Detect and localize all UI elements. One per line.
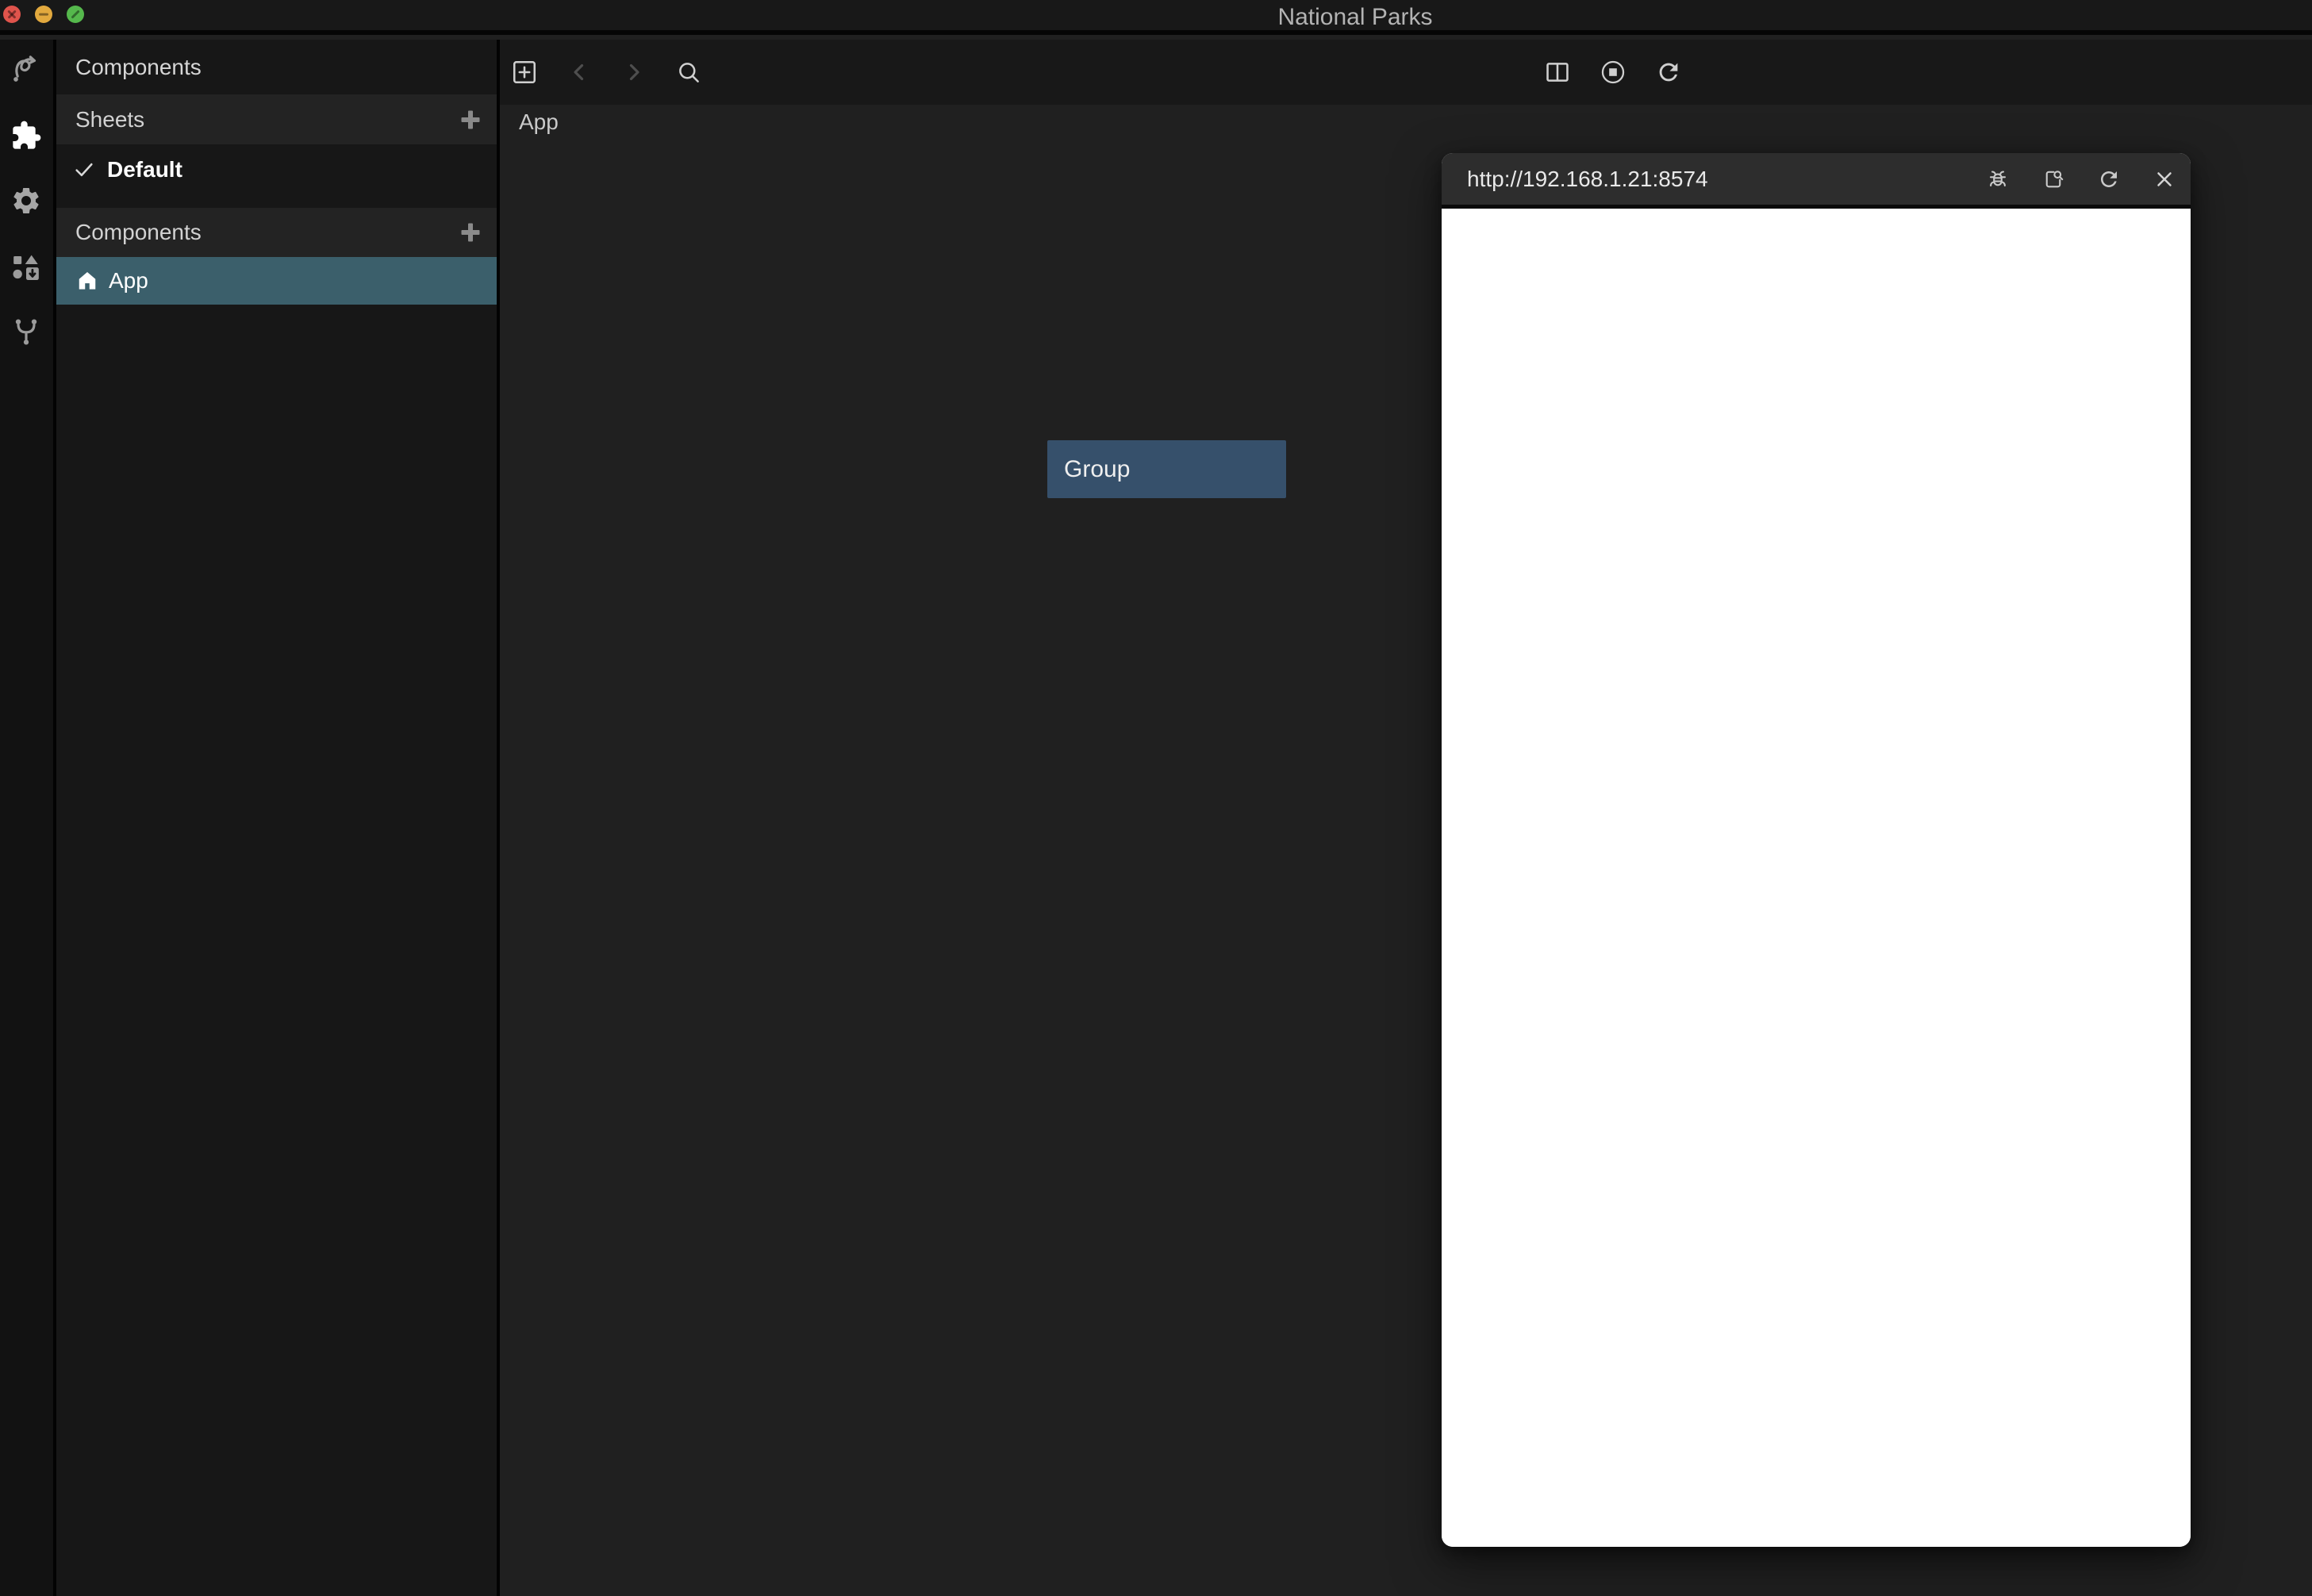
preview-window: http://192.168.1.21:8574 (1442, 153, 2191, 1547)
traffic-lights (3, 6, 84, 23)
main-area: Components Sheets Default Components App (0, 40, 2312, 1596)
sheet-item-label: Default (107, 157, 182, 182)
components-panel: Components Sheets Default Components App (56, 40, 500, 1596)
preview-content[interactable] (1442, 209, 2191, 1547)
design-canvas[interactable]: App Group http://192.168.1.21:8574 (500, 105, 2312, 1596)
branch-icon[interactable] (10, 316, 42, 347)
editor-column: App Group http://192.168.1.21:8574 (500, 40, 2312, 1596)
route-icon[interactable] (10, 53, 42, 85)
group-element-label: Group (1064, 456, 1130, 483)
preview-header: http://192.168.1.21:8574 (1442, 153, 2191, 209)
toolbar-left-group (511, 59, 702, 86)
add-component-icon[interactable] (511, 59, 538, 86)
split-view-icon[interactable] (1544, 59, 1571, 86)
add-sheet-button[interactable] (457, 106, 484, 133)
component-item-label: App (109, 268, 148, 293)
home-icon (75, 269, 99, 293)
toolbar-right-group (1544, 40, 1682, 105)
editor-toolbar (500, 40, 2312, 105)
components-section-header: Components (56, 208, 497, 257)
stop-icon[interactable] (1600, 59, 1626, 86)
inspect-page-icon[interactable] (2041, 167, 2065, 191)
reload-icon[interactable] (1655, 59, 1682, 86)
sheets-section-header: Sheets (56, 94, 497, 144)
group-element[interactable]: Group (1047, 440, 1286, 498)
preview-actions (1986, 167, 2176, 191)
activity-rail (0, 40, 56, 1596)
preview-reload-icon[interactable] (2097, 167, 2121, 191)
gear-icon[interactable] (10, 185, 42, 217)
window-title: National Parks (1277, 0, 1432, 35)
components-section-title: Components (75, 220, 202, 245)
sheets-section-title: Sheets (75, 107, 144, 132)
close-window-button[interactable] (3, 6, 21, 23)
zoom-window-button[interactable] (67, 6, 84, 23)
component-item-app[interactable]: App (56, 257, 497, 305)
add-component-button[interactable] (457, 219, 484, 246)
back-icon[interactable] (566, 59, 593, 86)
minimize-window-button[interactable] (35, 6, 52, 23)
app-window: National Parks (0, 0, 2312, 1596)
sheet-item-default[interactable]: Default (56, 144, 497, 195)
preview-url[interactable]: http://192.168.1.21:8574 (1467, 167, 1986, 192)
puzzle-icon[interactable] (10, 120, 42, 152)
debug-icon[interactable] (1986, 167, 2010, 191)
panel-title: Components (56, 40, 497, 94)
shapes-install-icon[interactable] (10, 252, 42, 284)
titlebar: National Parks (0, 0, 2312, 35)
forward-icon[interactable] (620, 59, 647, 86)
check-icon (72, 158, 96, 182)
breadcrumb[interactable]: App (519, 106, 559, 138)
close-icon[interactable] (2153, 167, 2176, 191)
search-icon[interactable] (675, 59, 702, 86)
